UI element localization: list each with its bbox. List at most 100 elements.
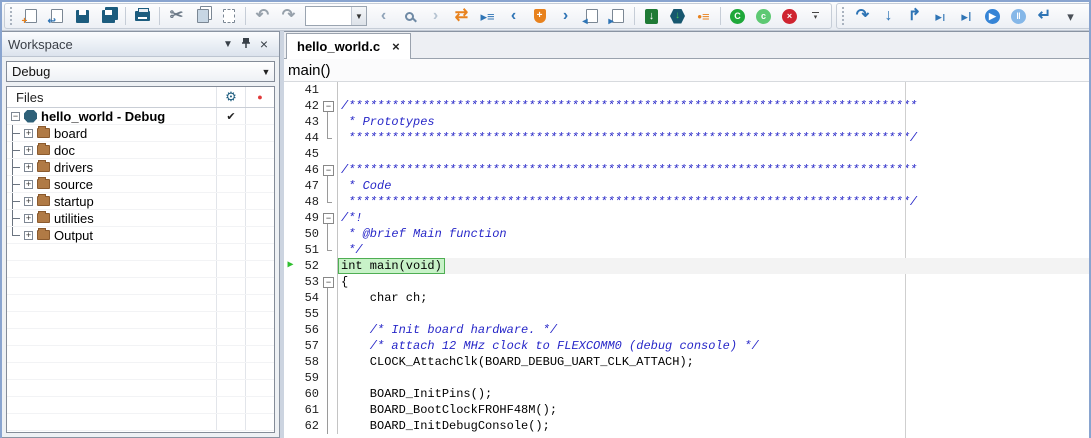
code-text[interactable]: char ch; xyxy=(337,290,1089,306)
previous-bookmark-icon[interactable]: ‹ xyxy=(501,5,526,28)
combo-arrow-icon[interactable]: ▼ xyxy=(351,7,366,25)
code-text[interactable]: BOARD_BootClockFROHF48M(); xyxy=(337,402,1089,418)
expand-icon[interactable]: + xyxy=(24,214,33,223)
toggle-bookmark-icon[interactable]: + xyxy=(527,5,552,28)
line-number[interactable]: 51 xyxy=(297,243,319,257)
debug-menu-icon[interactable]: ▾ xyxy=(1058,5,1083,28)
line-number[interactable]: 61 xyxy=(297,403,319,417)
next-document-icon[interactable]: ▸ xyxy=(605,5,630,28)
bookmark-list-icon[interactable]: ▸≡ xyxy=(475,5,500,28)
paste-icon[interactable] xyxy=(216,5,241,28)
run-to-cursor-icon[interactable]: ▸I xyxy=(954,5,979,28)
line-number[interactable]: 46 xyxy=(297,163,319,177)
expand-icon[interactable]: + xyxy=(24,163,33,172)
code-text[interactable]: BOARD_InitDebugConsole(); xyxy=(337,418,1089,434)
pin-icon[interactable] xyxy=(237,37,255,52)
line-number[interactable]: 49 xyxy=(297,211,319,225)
previous-document-icon[interactable]: ◂ xyxy=(579,5,604,28)
step-into-icon[interactable]: ↓ xyxy=(876,5,901,28)
navigate-forward-icon[interactable]: › xyxy=(423,5,448,28)
code-text[interactable]: CLOCK_AttachClk(BOARD_DEBUG_UART_CLK_ATT… xyxy=(337,354,1089,370)
line-number[interactable]: 50 xyxy=(297,227,319,241)
tree-row[interactable]: −hello_world - Debug✔ xyxy=(7,108,274,125)
breakpoint-dot-icon[interactable]: ● xyxy=(245,87,274,107)
code-text[interactable]: /***************************************… xyxy=(337,162,1089,178)
line-number[interactable]: 57 xyxy=(297,339,319,353)
expand-icon[interactable]: + xyxy=(24,180,33,189)
code-text[interactable]: ****************************************… xyxy=(337,130,1089,146)
line-number[interactable]: 58 xyxy=(297,355,319,369)
expand-icon[interactable]: + xyxy=(24,231,33,240)
line-number[interactable]: 60 xyxy=(297,387,319,401)
execution-arrow-icon[interactable]: ▶ xyxy=(284,258,297,274)
code-text[interactable]: /* Init board hardware. */ xyxy=(337,322,1089,338)
tree-row[interactable]: +drivers xyxy=(7,159,274,176)
code-text[interactable]: ****************************************… xyxy=(337,194,1089,210)
fold-marker[interactable] xyxy=(319,98,337,114)
save-icon[interactable] xyxy=(70,5,95,28)
line-number[interactable]: 43 xyxy=(297,115,319,129)
toggle-source-disassembly-icon[interactable]: ⇄ xyxy=(449,5,474,28)
line-number[interactable]: 52 xyxy=(297,259,319,273)
copy-icon[interactable] xyxy=(190,5,215,28)
line-number[interactable]: 45 xyxy=(297,147,319,161)
code-text[interactable]: /* attach 12 MHz clock to FLEXCOMM0 (deb… xyxy=(337,338,1089,354)
line-number[interactable]: 53 xyxy=(297,275,319,289)
toolbar-overflow-icon[interactable]: ▾ xyxy=(1084,5,1091,28)
code-text[interactable]: int main(void) xyxy=(337,258,1089,274)
code-text[interactable]: /***************************************… xyxy=(337,98,1089,114)
save-all-icon[interactable] xyxy=(96,5,121,28)
line-number[interactable]: 56 xyxy=(297,323,319,337)
open-file-icon[interactable]: ↩ xyxy=(44,5,69,28)
tree-row[interactable]: +source xyxy=(7,176,274,193)
break-icon[interactable]: ‖ xyxy=(1006,5,1031,28)
toolbar-grip[interactable] xyxy=(10,7,15,25)
tree-row[interactable]: +board xyxy=(7,125,274,142)
toolbar-overflow-icon[interactable]: ▾ xyxy=(803,5,828,28)
line-number[interactable]: 48 xyxy=(297,195,319,209)
cut-icon[interactable]: ✂ xyxy=(164,5,189,28)
quick-search-combo[interactable]: ▼ xyxy=(305,6,367,26)
code-text[interactable]: { xyxy=(337,274,1089,290)
code-text[interactable]: * Code xyxy=(337,178,1089,194)
fold-marker[interactable] xyxy=(319,274,337,290)
options-gear-icon[interactable]: ⚙ xyxy=(216,87,245,107)
line-number[interactable]: 41 xyxy=(297,83,319,97)
cstat-analyze-project-icon[interactable]: C xyxy=(725,5,750,28)
line-number[interactable]: 42 xyxy=(297,99,319,113)
fold-marker[interactable] xyxy=(319,162,337,178)
line-number[interactable]: 55 xyxy=(297,307,319,321)
next-bookmark-icon[interactable]: › xyxy=(553,5,578,28)
new-document-icon[interactable]: + xyxy=(18,5,43,28)
line-number[interactable]: 44 xyxy=(297,131,319,145)
collapse-icon[interactable]: − xyxy=(11,112,20,121)
code-text[interactable] xyxy=(337,306,1089,322)
tree-row[interactable]: +doc xyxy=(7,142,274,159)
expand-icon[interactable]: + xyxy=(24,129,33,138)
tab-close-icon[interactable]: × xyxy=(392,39,400,54)
download-and-debug-icon[interactable]: ↓ xyxy=(639,5,664,28)
next-statement-icon[interactable]: ▸ı xyxy=(928,5,953,28)
code-text[interactable] xyxy=(337,82,1089,98)
find-icon[interactable] xyxy=(397,5,422,28)
code-text[interactable]: * @brief Main function xyxy=(337,226,1089,242)
tree-row[interactable]: +startup xyxy=(7,193,274,210)
navigate-backward-icon[interactable]: ‹ xyxy=(371,5,396,28)
fold-marker[interactable] xyxy=(319,210,337,226)
tab-hello-world-c[interactable]: hello_world.c × xyxy=(286,33,411,59)
redo-icon[interactable]: ↷ xyxy=(276,5,301,28)
tree-row[interactable]: +Output xyxy=(7,227,274,244)
step-out-icon[interactable]: ↱ xyxy=(902,5,927,28)
close-icon[interactable]: × xyxy=(255,36,273,52)
function-navigation-bar[interactable]: main() xyxy=(284,59,1089,82)
cstat-analyze-file-icon[interactable]: c xyxy=(751,5,776,28)
go-icon[interactable]: ▶ xyxy=(980,5,1005,28)
expand-icon[interactable]: + xyxy=(24,197,33,206)
line-number[interactable]: 59 xyxy=(297,371,319,385)
print-icon[interactable] xyxy=(130,5,155,28)
code-editor[interactable]: 41 42 /***********************************… xyxy=(284,82,1089,438)
step-over-icon[interactable]: ↷ xyxy=(850,5,875,28)
undo-icon[interactable]: ↶ xyxy=(250,5,275,28)
expand-icon[interactable]: + xyxy=(24,146,33,155)
code-text[interactable] xyxy=(337,146,1089,162)
